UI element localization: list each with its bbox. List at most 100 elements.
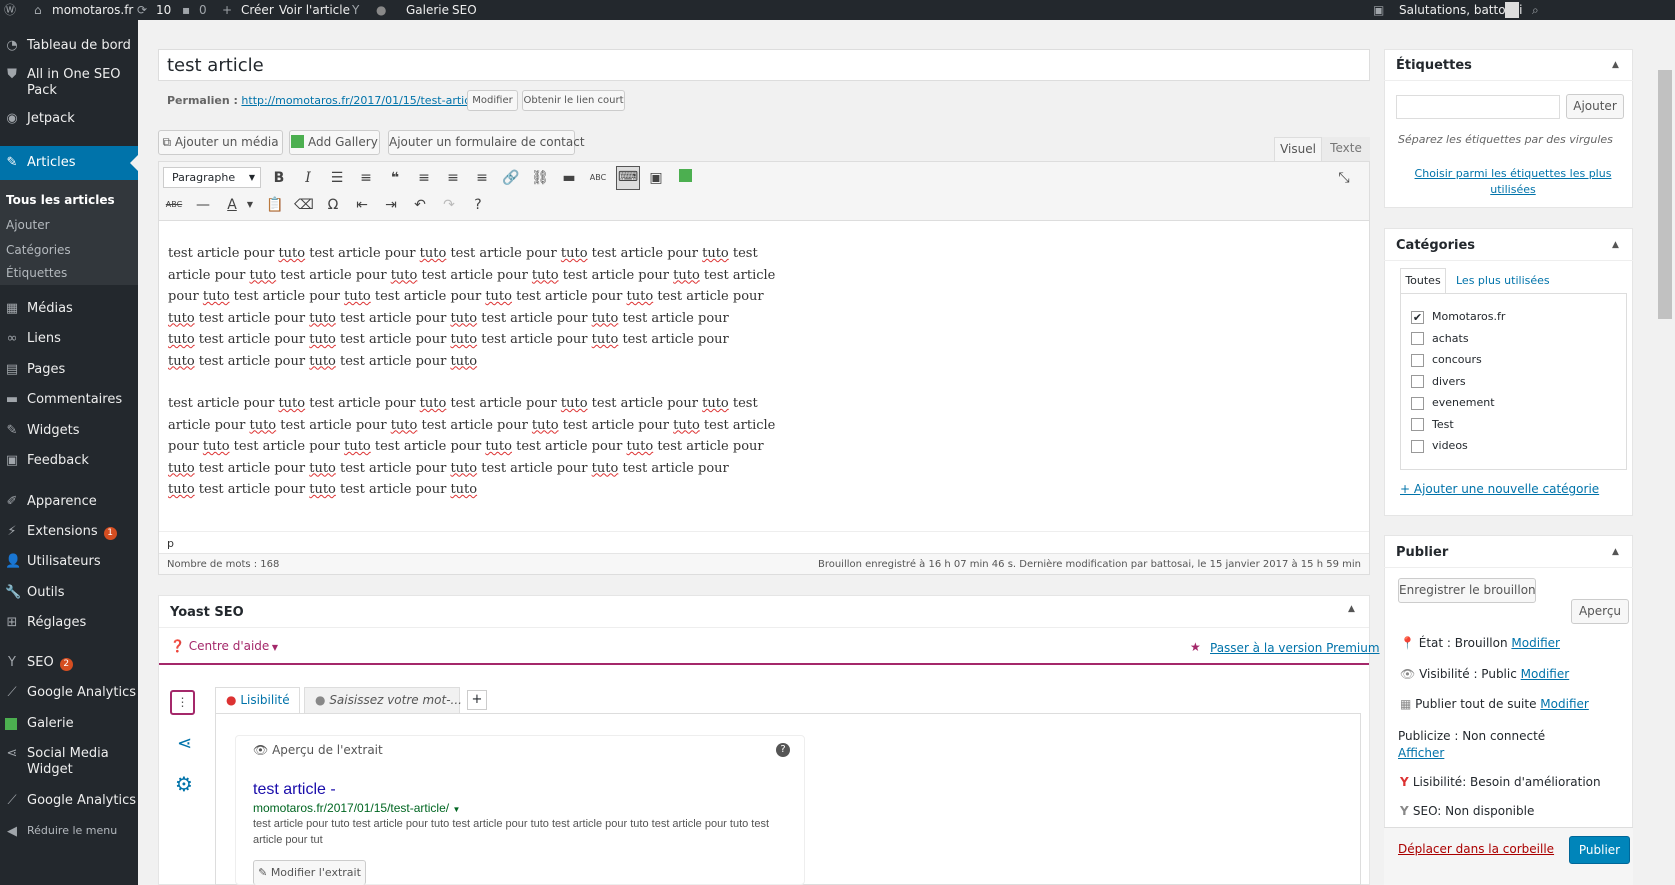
category-checkbox[interactable] bbox=[1411, 375, 1424, 388]
add-category-link[interactable]: + Ajouter une nouvelle catégorie bbox=[1400, 482, 1599, 496]
collapse-arrow-icon[interactable]: ▲ bbox=[1612, 240, 1619, 250]
scrollbar-thumb[interactable] bbox=[1658, 70, 1672, 319]
tag-input[interactable] bbox=[1396, 95, 1560, 119]
tab-text[interactable]: Texte bbox=[1322, 137, 1370, 161]
category-checkbox[interactable] bbox=[1411, 396, 1424, 410]
social-share-icon[interactable]: ⋖ bbox=[177, 733, 192, 754]
settings-gear-icon[interactable]: ⚙ bbox=[175, 772, 193, 796]
sidebar-item-aioseo[interactable]: ⛊ All in One SEO Pack bbox=[0, 67, 138, 103]
add-contact-form-button[interactable]: Ajouter un formulaire de contact bbox=[388, 130, 585, 155]
strikethrough-icon[interactable]: ABC bbox=[164, 195, 184, 215]
comments-count[interactable]: 0 bbox=[199, 0, 207, 20]
sidebar-item-social-media-widget[interactable]: ⋖ Social Media Widget bbox=[0, 746, 138, 782]
traffic-light-icon[interactable]: ⋮ bbox=[170, 690, 195, 715]
seo-link[interactable]: SEO bbox=[452, 0, 477, 20]
greeting-link[interactable]: Salutations, battosai bbox=[1399, 0, 1523, 20]
category-checkbox[interactable] bbox=[1411, 353, 1424, 367]
premium-link[interactable]: Passer à la version Premium bbox=[1210, 641, 1380, 655]
fullscreen-icon[interactable]: ⤡ bbox=[1334, 168, 1354, 188]
category-item[interactable]: Test bbox=[1411, 418, 1505, 440]
submenu-all-posts[interactable]: Tous les articles bbox=[6, 193, 115, 207]
category-checkbox[interactable] bbox=[1411, 439, 1424, 453]
wordpress-logo-icon[interactable]: Ⓦ bbox=[4, 0, 16, 20]
modify-visibility-link[interactable]: Modifier bbox=[1521, 667, 1570, 681]
redo-icon[interactable]: ↷ bbox=[439, 195, 459, 215]
video-icon[interactable]: ▣ bbox=[646, 168, 666, 188]
italic-icon[interactable]: I bbox=[298, 168, 318, 188]
paste-text-icon[interactable]: 📋 bbox=[265, 195, 285, 215]
create-link[interactable]: Créer bbox=[241, 0, 274, 20]
search-icon[interactable]: ⌕ bbox=[1532, 0, 1539, 20]
chevron-down-icon[interactable]: ▼ bbox=[240, 195, 260, 215]
publish-button[interactable]: Publier bbox=[1569, 836, 1630, 864]
read-more-icon[interactable]: ▬ bbox=[559, 168, 579, 188]
notification-icon[interactable]: ▣ bbox=[1373, 0, 1384, 20]
align-left-icon[interactable]: ≡ bbox=[414, 168, 434, 188]
save-draft-button[interactable]: Enregistrer le brouillon bbox=[1398, 578, 1536, 603]
link-icon[interactable]: 🔗 bbox=[501, 168, 521, 188]
modify-permalink-button[interactable]: Modifier bbox=[467, 90, 518, 111]
site-name-link[interactable]: momotaros.fr bbox=[52, 0, 133, 20]
snippet-title[interactable]: test article - bbox=[253, 781, 336, 799]
galerie-link[interactable]: Galerie bbox=[406, 0, 449, 20]
sidebar-item-articles[interactable]: ✎ Articles bbox=[0, 146, 138, 180]
permalink-url[interactable]: http://momotaros.fr/2017/01/15/test-arti… bbox=[241, 94, 483, 107]
collapse-arrow-icon[interactable]: ▲ bbox=[1612, 547, 1619, 557]
sidebar-item-jetpack[interactable]: ◉ Jetpack bbox=[0, 111, 138, 131]
shortlink-button[interactable]: Obtenir le lien court bbox=[522, 90, 625, 111]
show-publicize-link[interactable]: Afficher bbox=[1398, 746, 1444, 760]
tab-readability[interactable]: ● Lisibilité bbox=[215, 687, 300, 714]
special-character-icon[interactable]: Ω bbox=[323, 195, 343, 215]
category-checkbox[interactable] bbox=[1411, 418, 1424, 431]
collapse-arrow-icon[interactable]: ▲ bbox=[1612, 60, 1619, 70]
choose-tags-link[interactable]: Choisir parmi les étiquettes les plus ut… bbox=[1410, 166, 1616, 198]
numbered-list-icon[interactable]: ≡ bbox=[356, 168, 376, 188]
avatar[interactable] bbox=[1505, 2, 1519, 18]
blockquote-icon[interactable]: ❝ bbox=[385, 168, 405, 188]
add-media-button[interactable]: ⧉ Ajouter un média bbox=[158, 130, 283, 155]
category-checkbox[interactable]: ✔ bbox=[1411, 310, 1424, 324]
title-input[interactable]: test article bbox=[158, 49, 1370, 81]
submenu-tags[interactable]: Étiquettes bbox=[6, 266, 67, 280]
horizontal-line-icon[interactable]: — bbox=[193, 195, 213, 215]
category-item[interactable]: achats bbox=[1411, 332, 1505, 354]
help-center-link[interactable]: ❓ Centre d'aide ▼ bbox=[170, 639, 278, 653]
category-item[interactable]: evenement bbox=[1411, 396, 1505, 418]
modify-status-link[interactable]: Modifier bbox=[1511, 636, 1560, 650]
align-center-icon[interactable]: ≡ bbox=[443, 168, 463, 188]
yoast-icon[interactable]: Y bbox=[352, 0, 359, 20]
category-checkbox[interactable] bbox=[1411, 332, 1424, 345]
submenu-add[interactable]: Ajouter bbox=[6, 218, 50, 232]
outdent-icon[interactable]: ⇤ bbox=[352, 195, 372, 215]
edit-snippet-button[interactable]: ✎ Modifier l'extrait bbox=[253, 860, 366, 885]
modify-schedule-link[interactable]: Modifier bbox=[1540, 697, 1589, 711]
preview-button[interactable]: Aperçu bbox=[1571, 599, 1629, 624]
spellcheck-icon[interactable]: ABC bbox=[588, 168, 608, 188]
tab-keyword[interactable]: ● Saisissez votre mot-... bbox=[304, 687, 462, 714]
bullet-list-icon[interactable]: ☰ bbox=[327, 168, 347, 188]
sidebar-item-dashboard[interactable]: ◔ Tableau de bord bbox=[0, 38, 138, 58]
updates-count[interactable]: 10 bbox=[156, 0, 171, 20]
undo-icon[interactable]: ↶ bbox=[410, 195, 430, 215]
align-right-icon[interactable]: ≡ bbox=[472, 168, 492, 188]
indent-icon[interactable]: ⇥ bbox=[381, 195, 401, 215]
text-color-icon[interactable]: A bbox=[222, 195, 242, 215]
unlink-icon[interactable]: ⛓ bbox=[530, 168, 550, 188]
submenu-categories[interactable]: Catégories bbox=[6, 243, 71, 257]
add-tag-button[interactable]: Ajouter bbox=[1566, 94, 1624, 119]
add-keyword-button[interactable]: + bbox=[467, 690, 487, 710]
tab-all-categories[interactable]: Toutes bbox=[1400, 268, 1446, 294]
collapse-arrow-icon[interactable]: ▲ bbox=[1348, 604, 1355, 614]
gallery-plugin-icon[interactable] bbox=[675, 168, 695, 188]
bold-icon[interactable]: B bbox=[269, 168, 289, 188]
tab-most-used[interactable]: Les plus utilisées bbox=[1456, 274, 1550, 287]
category-item[interactable]: concours bbox=[1411, 353, 1505, 375]
add-gallery-button[interactable]: Add Gallery bbox=[289, 130, 380, 155]
tab-visual[interactable]: Visuel bbox=[1274, 137, 1322, 161]
trash-link[interactable]: Déplacer dans la corbeille bbox=[1398, 842, 1554, 856]
format-select[interactable]: Paragraphe ▼ bbox=[163, 167, 261, 188]
category-item[interactable]: ✔ Momotaros.fr bbox=[1411, 310, 1505, 332]
category-item[interactable]: videos bbox=[1411, 439, 1505, 461]
clear-formatting-icon[interactable]: ⌫ bbox=[294, 195, 314, 215]
view-post-link[interactable]: Voir l'article bbox=[279, 0, 350, 20]
